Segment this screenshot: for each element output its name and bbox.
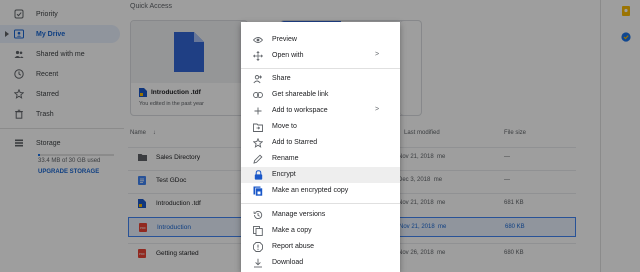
move-folder-icon: [253, 122, 263, 132]
submenu-arrow-icon: >: [375, 51, 380, 58]
encrypted-copy-icon: [253, 186, 263, 196]
share-person-icon: [253, 74, 263, 84]
menu-item-share[interactable]: Share: [241, 71, 400, 87]
menu-item-download[interactable]: Download: [241, 255, 400, 271]
pencil-icon: [253, 154, 263, 164]
menu-item-label: Preview: [272, 36, 297, 43]
menu-item-label: Download: [272, 259, 304, 266]
menu-item-label: Add to Starred: [272, 139, 318, 146]
menu-item-label: Open with: [272, 52, 304, 59]
menu-item-label: Encrypt: [272, 171, 296, 178]
copy-icon: [253, 226, 263, 236]
report-icon: [253, 242, 263, 252]
menu-divider: [241, 203, 400, 204]
menu-item-label: Manage versions: [272, 211, 326, 218]
star-outline-icon: [253, 138, 263, 148]
open-with-icon: [253, 51, 263, 61]
lock-icon: [253, 170, 263, 180]
menu-item-make-a-copy[interactable]: Make a copy: [241, 223, 400, 239]
menu-item-label: Rename: [272, 155, 299, 162]
menu-item-move-to[interactable]: Move to: [241, 119, 400, 135]
menu-item-label: Get shareable link: [272, 91, 329, 98]
menu-item-get-shareable-link[interactable]: Get shareable link: [241, 87, 400, 103]
menu-item-label: Make a copy: [272, 227, 312, 234]
eye-icon: [253, 35, 263, 45]
menu-item-report-abuse[interactable]: Report abuse: [241, 239, 400, 255]
menu-item-open-with[interactable]: Open with >: [241, 48, 400, 64]
context-menu: Preview Open with > Share Get shareable …: [241, 22, 400, 272]
menu-item-add-to-starred[interactable]: Add to Starred: [241, 135, 400, 151]
plus-icon: [253, 106, 263, 116]
history-icon: [253, 210, 263, 220]
download-icon: [253, 258, 263, 268]
menu-item-make-encrypted-copy[interactable]: Make an encrypted copy: [241, 183, 400, 199]
submenu-arrow-icon: >: [375, 106, 380, 113]
menu-item-label: Add to workspace: [272, 107, 328, 114]
menu-item-label: Share: [272, 75, 291, 82]
menu-item-label: Make an encrypted copy: [272, 187, 349, 194]
menu-item-add-to-workspace[interactable]: Add to workspace >: [241, 103, 400, 119]
menu-divider: [241, 68, 400, 69]
menu-item-manage-versions[interactable]: Manage versions: [241, 207, 400, 223]
menu-item-rename[interactable]: Rename: [241, 151, 400, 167]
menu-item-preview[interactable]: Preview: [241, 32, 400, 48]
menu-item-encrypt[interactable]: Encrypt: [241, 167, 400, 183]
menu-item-label: Report abuse: [272, 243, 315, 250]
menu-item-label: Move to: [272, 123, 297, 130]
link-icon: [253, 90, 263, 100]
